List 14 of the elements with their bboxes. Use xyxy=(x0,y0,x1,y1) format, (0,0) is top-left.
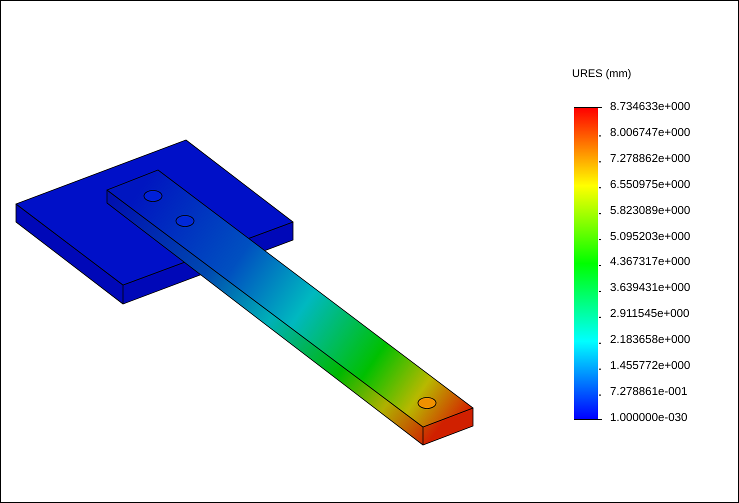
scale-label: 8.006747e+000 xyxy=(610,126,690,140)
scale-label: 5.095203e+000 xyxy=(610,230,690,244)
scale-label: 1.455772e+000 xyxy=(610,359,690,374)
scale-label: 7.278861e-001 xyxy=(610,384,688,399)
scale-label: 4.367317e+000 xyxy=(610,255,690,270)
scale-label: 2.183658e+000 xyxy=(610,333,690,348)
scale-label: 5.823089e+000 xyxy=(610,204,690,218)
scale-label: 7.278862e+000 xyxy=(610,152,690,166)
scale-label: 8.734633e+000 xyxy=(610,100,690,114)
scale-label: 6.550975e+000 xyxy=(610,178,690,192)
scale-label: 2.911545e+000 xyxy=(610,307,690,322)
scale-label: 3.639431e+000 xyxy=(610,281,690,296)
scale-label: 1.000000e-030 xyxy=(610,410,688,425)
legend-title: URES (mm) xyxy=(572,68,632,81)
